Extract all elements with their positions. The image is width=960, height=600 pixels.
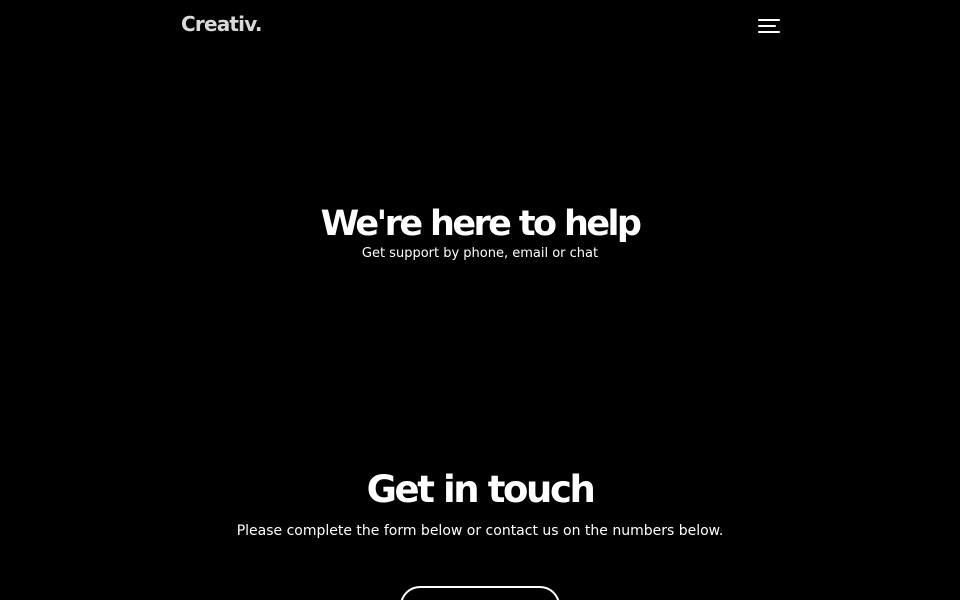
site-header: Creativ. xyxy=(0,0,960,50)
hero-section: We're here to help Get support by phone,… xyxy=(0,196,960,264)
menu-icon-bar xyxy=(758,31,780,33)
menu-icon-bar xyxy=(758,19,780,21)
contact-title: Get in touch xyxy=(366,468,596,511)
contact-description: Please complete the form below or contac… xyxy=(236,523,724,539)
hero-subtitle: Get support by phone, email or chat xyxy=(361,246,599,261)
menu-icon-bar xyxy=(758,25,776,27)
contact-cta-button[interactable] xyxy=(400,586,560,600)
page: Creativ. We're here to help Get support … xyxy=(0,0,960,600)
site-logo[interactable]: Creativ. xyxy=(181,11,262,37)
hamburger-menu-button[interactable] xyxy=(756,14,782,38)
contact-section: Get in touch Please complete the form be… xyxy=(0,462,960,542)
